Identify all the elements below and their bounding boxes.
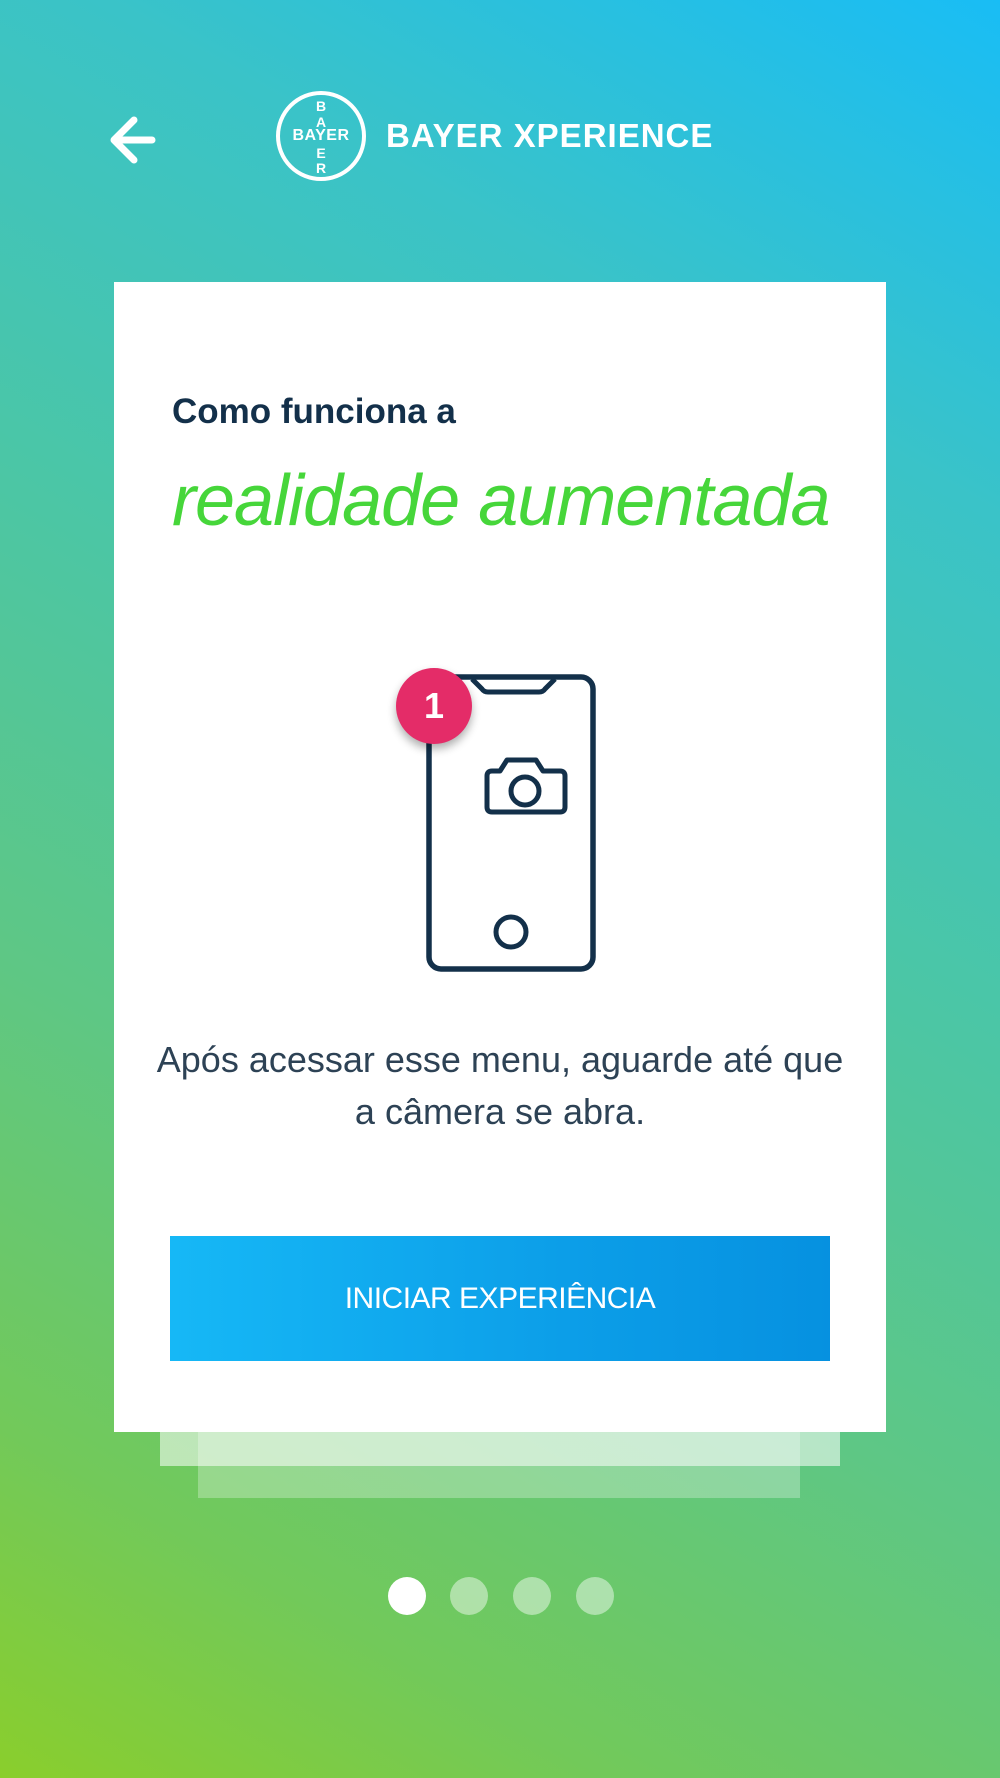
onboarding-card: Como funciona a realidade aumentada 1 Ap… (114, 282, 886, 1432)
card-title: realidade aumentada (172, 461, 831, 541)
brand-name: BAYER XPERIENCE (386, 117, 714, 154)
arrow-left-icon (110, 116, 156, 164)
step-number-badge: 1 (396, 668, 472, 744)
card-subtitle: Como funciona a (172, 392, 456, 431)
ar-onboarding-screen: BAYER B A E R BAYER XPERIENCE Como funci… (0, 0, 1000, 1778)
logo-letter: E (316, 144, 326, 161)
start-experience-button[interactable]: INICIAR EXPERIÊNCIA (170, 1236, 830, 1361)
page-dot-1[interactable] (388, 1577, 426, 1615)
brand-lockup: BAYER B A E R BAYER XPERIENCE (276, 88, 713, 184)
card-description: Após acessar esse menu, aguarde até que … (156, 1039, 844, 1132)
logo-letter: B (315, 98, 327, 114)
logo-letter: A (315, 113, 327, 130)
bayer-cross-logo: BAYER B A E R (276, 91, 366, 181)
header: BAYER B A E R BAYER XPERIENCE (0, 0, 1000, 260)
page-dot-2[interactable] (450, 1577, 488, 1615)
page-dot-4[interactable] (576, 1577, 614, 1615)
pagination-dots (388, 1577, 614, 1615)
logo-letter: R (315, 160, 327, 176)
page-dot-3[interactable] (513, 1577, 551, 1615)
logo-vertical-text: B A E R (315, 98, 327, 177)
back-button[interactable] (100, 110, 164, 170)
